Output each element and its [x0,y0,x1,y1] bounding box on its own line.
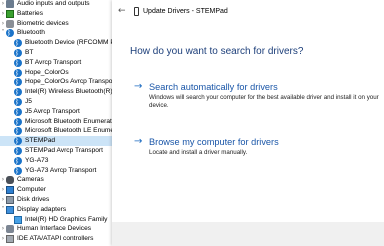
tree-item-label: J5 [25,98,32,105]
tree-item-bluetooth[interactable]: ˅Bluetooth [0,28,112,38]
bluetooth-icon [14,156,22,166]
tree-item-label: Human Interface Devices [17,225,92,233]
bluetooth-icon [14,58,22,68]
bluetooth-icon [14,38,22,48]
tree-item-yg-a73-avrcp-transport[interactable]: YG-A73 Avrcp Transport [0,166,112,176]
bluetooth-icon [14,117,22,127]
graphics-card-icon [14,215,22,224]
dialog-title: Update Drivers - STEMPad [143,8,228,15]
option-description: Windows will search your computer for th… [149,94,379,109]
ide-controller-icon [6,235,14,244]
tree-item-hope-coloros[interactable]: Hope_ColorOs [0,68,112,78]
browse-computer-option[interactable]: → Browse my computer for drivers Locate … [130,136,380,158]
tree-item-label: Computer [17,186,46,194]
tree-item-yg-a73[interactable]: YG-A73 [0,156,112,166]
tree-item-stempad[interactable]: STEMPad [0,136,112,147]
tree-item-human-interface-devices[interactable]: › Human Interface Devices [0,224,112,234]
tree-item-label: YG-A73 Avrcp Transport [25,166,97,174]
tree-item-j5-avrcp-transport[interactable]: J5 Avrcp Transport [0,107,112,117]
tree-item-audio-inputs-and-outputs[interactable]: › Audio inputs and outputs [0,0,112,9]
tree-item-label: Hope_ColorOs Avrcp Transpor [25,78,112,86]
tree-item-computer[interactable]: › Computer [0,185,112,195]
tree-item-label: BT Avrcp Transport [25,58,82,66]
bluetooth-icon [14,107,22,117]
battery-icon [6,9,14,18]
dialog-heading: How do you want to search for drivers? [130,46,304,57]
tree-item-microsoft-bluetooth-le-enume[interactable]: Microsoft Bluetooth LE Enume [0,126,112,136]
tree-item-ide-ata-atapi-controllers[interactable]: › IDE ATA/ATAPI controllers [0,234,112,244]
dialog-titlebar: ← Update Drivers - STEMPad [112,0,384,24]
computer-icon [6,186,14,195]
tree-item-label: Microsoft Bluetooth Enumerat [25,117,112,125]
device-icon [134,7,139,16]
tree-item-biometric-devices[interactable]: › Biometric devices [0,19,112,29]
tree-item-j5[interactable]: J5 [0,97,112,107]
tree-item-label: IDE ATA/ATAPI controllers [17,235,94,243]
bluetooth-icon [6,28,14,38]
bluetooth-icon [14,48,22,58]
bluetooth-icon [14,77,22,87]
tree-item-label: STEMPad Avrcp Transport [25,147,103,154]
tree-item-hope-coloros-avrcp-transpor[interactable]: Hope_ColorOs Avrcp Transpor [0,77,112,87]
option-description: Locate and install a driver manually. [149,149,248,156]
tree-item-label: Audio inputs and outputs [17,0,90,7]
tree-item-label: J5 Avrcp Transport [25,107,80,115]
disk-drive-icon [6,196,14,204]
tree-item-label: Batteries [17,9,44,17]
tree-item-intel-r-hd-graphics-family[interactable]: Intel(R) HD Graphics Family [0,215,112,225]
arrow-right-icon: → [134,136,143,147]
option-title[interactable]: Browse my computer for drivers [149,136,279,148]
option-title[interactable]: Search automatically for drivers [149,81,278,93]
hid-icon [6,225,14,234]
tree-item-label: Intel(R) Wireless Bluetooth(R) [25,88,112,96]
dialog-footer [112,222,384,246]
tree-item-bluetooth-device-rfcomm-p[interactable]: Bluetooth Device (RFCOMM P [0,38,112,48]
update-drivers-dialog: ← Update Drivers - STEMPad How do you wa… [112,0,384,246]
tree-item-label: STEMPad [25,137,56,145]
search-automatically-option[interactable]: → Search automatically for drivers Windo… [130,81,380,109]
tree-item-bt-avrcp-transport[interactable]: BT Avrcp Transport [0,58,112,68]
audio-icon [6,0,14,8]
bluetooth-icon [14,97,22,107]
tree-item-cameras[interactable]: › Cameras [0,175,112,185]
back-arrow-icon[interactable]: ← [118,6,128,16]
tree-item-label: Intel(R) HD Graphics Family [25,215,108,223]
tree-item-label: Disk drives [17,196,50,203]
tree-item-label: BT [25,49,34,56]
tree-item-label: YG-A73 [25,156,49,164]
tree-item-disk-drives[interactable]: › Disk drives [0,195,112,205]
tree-item-label: Bluetooth Device (RFCOMM P [25,39,112,47]
bluetooth-icon [14,136,22,146]
camera-icon [6,176,14,185]
tree-item-display-adapters[interactable]: ˅ Display adapters [0,205,112,215]
bluetooth-icon [14,126,22,136]
tree-item-label: Display adapters [17,205,67,213]
arrow-right-icon: → [134,81,143,92]
tree-item-intel-r-wireless-bluetooth-r[interactable]: Intel(R) Wireless Bluetooth(R) [0,87,112,97]
tree-item-microsoft-bluetooth-enumerat[interactable]: Microsoft Bluetooth Enumerat [0,117,112,127]
tree-item-label: Bluetooth [17,29,45,37]
tree-item-label: Hope_ColorOs [25,68,69,76]
tree-item-label: Microsoft Bluetooth LE Enume [25,127,112,135]
tree-item-label: Cameras [17,176,44,184]
tree-item-label: Biometric devices [17,19,69,27]
display-adapter-icon [6,205,14,214]
bluetooth-icon [14,166,22,176]
tree-item-stempad-avrcp-transport[interactable]: STEMPad Avrcp Transport [0,146,112,156]
biometric-icon [6,19,14,28]
bluetooth-icon [14,87,22,97]
device-tree: › Audio inputs and outputs › Batteries › Biom… [0,0,112,246]
bluetooth-icon [14,68,22,78]
tree-item-bt[interactable]: BT [0,48,112,58]
bluetooth-icon [14,146,22,156]
tree-item-batteries[interactable]: › Batteries [0,9,112,19]
